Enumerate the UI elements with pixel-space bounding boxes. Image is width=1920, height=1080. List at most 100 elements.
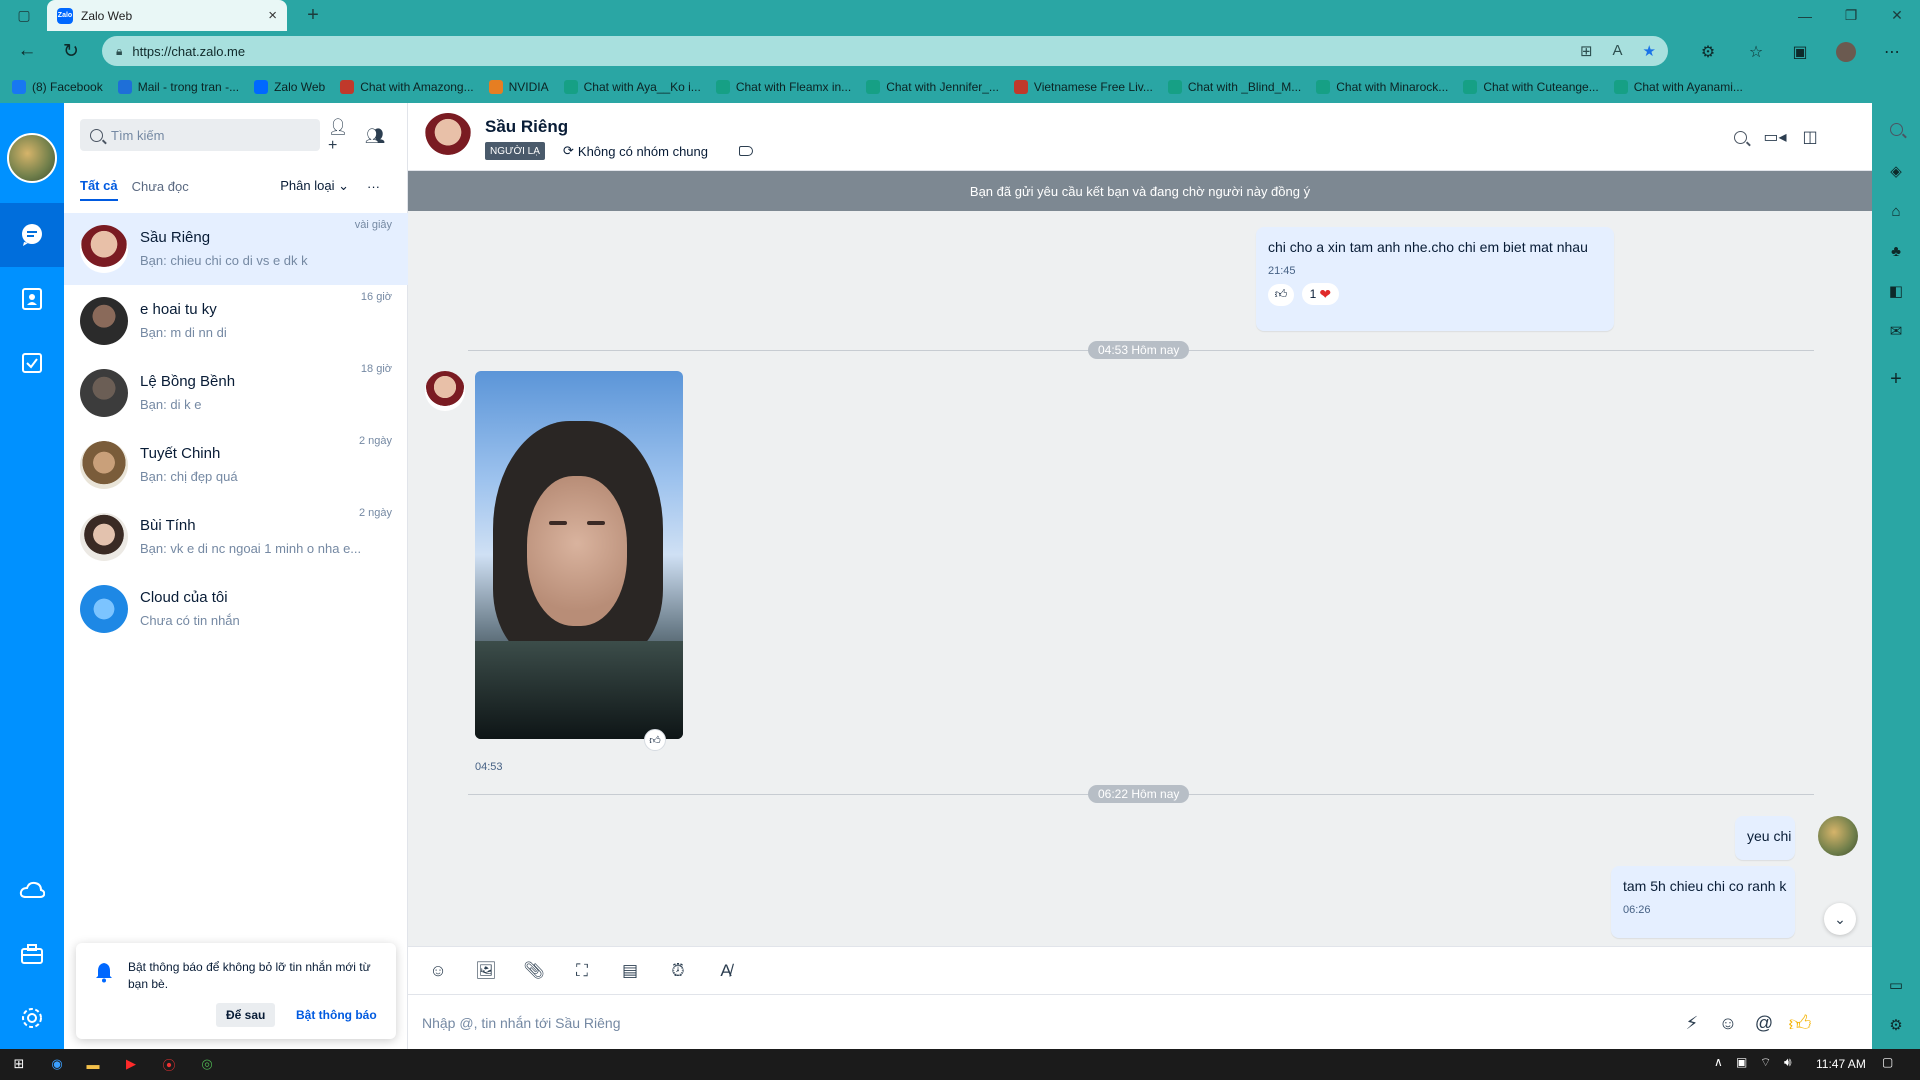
image-icon[interactable]: 🖼︎ — [470, 955, 502, 987]
youtube-icon[interactable]: ▶ — [120, 1054, 142, 1074]
thumbs-up-send-icon[interactable]: 👍︎ — [1786, 1009, 1814, 1037]
classify-dropdown[interactable]: Phân loại ⌄ — [280, 178, 349, 194]
shopping-icon[interactable]: ◈ — [1884, 159, 1908, 183]
windows-start-icon[interactable]: ⊞ — [8, 1054, 30, 1074]
bookmark-item[interactable]: Chat with Amazong... — [340, 80, 474, 94]
volume-icon[interactable]: 🔊︎ — [1784, 1055, 1792, 1070]
emoji-icon[interactable]: ☺ — [1714, 1009, 1742, 1037]
read-aloud-icon[interactable]: A — [1613, 42, 1623, 60]
conversation-item[interactable]: Bùi Tính Bạn: vk e di nc ngoai 1 minh o n… — [64, 501, 408, 573]
todo-nav[interactable] — [0, 331, 64, 395]
sidebar-settings-icon[interactable]: ⚙ — [1884, 1013, 1908, 1037]
tab-unread[interactable]: Chưa đọc — [132, 173, 189, 200]
tag-icon[interactable] — [739, 146, 753, 156]
contact-message-avatar[interactable] — [425, 371, 465, 411]
attach-file-icon[interactable]: 📎︎ — [518, 955, 550, 987]
minimize-button[interactable]: — — [1782, 0, 1828, 31]
games-icon[interactable]: ♣ — [1884, 239, 1908, 263]
settings-nav[interactable] — [0, 986, 64, 1050]
bookmark-item[interactable]: Chat with Aya__Ko i... — [563, 80, 701, 94]
search-icon[interactable] — [1884, 117, 1908, 141]
conversation-item[interactable]: Sầu Riêng Bạn: chieu chi co di vs e dk k v… — [64, 213, 408, 285]
tab-actions-icon[interactable]: ▢ — [2, 0, 46, 31]
wifi-icon[interactable]: ⌔ — [1760, 1055, 1771, 1070]
tray-device-icon[interactable]: ▣ — [1736, 1055, 1747, 1069]
like-reaction-icon[interactable]: 👍︎ — [1268, 283, 1294, 306]
apps-icon[interactable]: ⊞ — [1580, 42, 1593, 60]
app-icon[interactable]: ⦿ — [158, 1054, 180, 1074]
clock[interactable]: 11:47 AM — [1816, 1057, 1866, 1071]
tab-all[interactable]: Tất cả — [80, 172, 118, 201]
create-group-icon[interactable]: 👥︎ — [362, 123, 388, 149]
outlook-icon[interactable]: ✉ — [1884, 319, 1908, 343]
favorite-star-icon[interactable]: ★ — [1643, 42, 1656, 60]
message-input[interactable] — [422, 1010, 1622, 1036]
file-explorer-icon[interactable]: ▬ — [82, 1054, 104, 1074]
address-bar[interactable]: 🔒︎ https://chat.zalo.me ⊞ A ★ — [102, 36, 1668, 66]
back-button[interactable]: ← — [14, 39, 40, 63]
edge-icon[interactable]: ◉ — [46, 1054, 68, 1074]
close-window-button[interactable]: ✕ — [1874, 0, 1920, 31]
new-tab-button[interactable]: + — [290, 0, 336, 31]
bookmark-item[interactable]: Chat with Fleamx in... — [715, 80, 851, 94]
restore-button[interactable]: ❐ — [1828, 0, 1874, 31]
search-input[interactable]: Tìm kiếm — [80, 119, 320, 151]
screenshot-icon[interactable]: ⛶ — [566, 955, 598, 987]
search-messages-icon[interactable] — [1728, 125, 1752, 149]
conversation-item[interactable]: Cloud của tôi Chưa có tin nhắn — [64, 573, 408, 645]
contacts-nav[interactable] — [0, 267, 64, 331]
add-friend-icon[interactable]: 👤︎+ — [328, 119, 354, 154]
add-sidebar-app-icon[interactable]: + — [1884, 367, 1908, 391]
bookmark-item[interactable]: (8) Facebook — [12, 80, 103, 94]
sent-message[interactable]: yeu chi — [1735, 816, 1795, 860]
toggle-info-panel-icon[interactable]: ◫ — [1798, 125, 1822, 149]
my-message-avatar[interactable] — [1818, 816, 1858, 856]
reminder-icon[interactable]: ⏰︎ — [662, 955, 694, 987]
contact-name[interactable]: Sầu Riêng — [485, 117, 568, 137]
conversation-item[interactable]: Lệ Bồng Bềnh Bạn: di k e 18 giờ — [64, 357, 408, 429]
scroll-to-bottom-button[interactable]: ⌄ — [1824, 903, 1856, 935]
reaction-summary[interactable]: 1 ❤ — [1301, 283, 1340, 305]
later-button[interactable]: Để sau — [216, 1003, 276, 1027]
business-card-icon[interactable]: ▤ — [614, 955, 646, 987]
bookmark-item[interactable]: Chat with _Blind_M... — [1167, 80, 1301, 94]
extensions-icon[interactable]: ⚙ — [1694, 40, 1722, 64]
screen-icon[interactable]: ▭ — [1884, 973, 1908, 997]
sent-message[interactable]: tam 5h chieu chi co ranh k 06:26 — [1611, 866, 1795, 938]
office-icon[interactable]: ◧ — [1884, 279, 1908, 303]
my-avatar[interactable] — [7, 133, 57, 183]
collections-icon[interactable]: ▣ — [1786, 40, 1814, 64]
bookmark-item[interactable]: Chat with Minarock... — [1316, 80, 1448, 94]
messages-nav[interactable] — [0, 203, 64, 267]
bookmark-item[interactable]: Mail - trong tran -... — [117, 80, 239, 94]
close-tab-icon[interactable]: × — [268, 7, 277, 24]
conversation-item[interactable]: e hoai tu ky Bạn: m di nn di 16 giờ — [64, 285, 408, 357]
contact-avatar[interactable] — [424, 113, 472, 161]
bookmark-item[interactable]: Chat with Cuteange... — [1463, 80, 1599, 94]
more-options-icon[interactable]: ··· — [367, 179, 380, 194]
bookmark-item[interactable]: NVIDIA — [488, 80, 549, 94]
refresh-button[interactable]: ↻ — [58, 39, 84, 63]
toolbox-nav[interactable] — [0, 922, 64, 986]
quick-message-icon[interactable]: ⚡︎ — [1678, 1009, 1706, 1037]
browser-tab[interactable]: Zalo Zalo Web × — [47, 0, 287, 31]
mention-icon[interactable]: @ — [1750, 1009, 1778, 1037]
sent-message[interactable]: chi cho a xin tam anh nhe.cho chi em bie… — [1256, 227, 1614, 331]
more-icon[interactable]: ⋯ — [1878, 40, 1906, 64]
received-photo[interactable] — [475, 371, 683, 739]
bookmark-item[interactable]: Vietnamese Free Liv... — [1013, 80, 1153, 94]
tools-icon[interactable]: ⌂ — [1884, 199, 1908, 223]
mutual-groups[interactable]: ⟳ Không có nhóm chung — [563, 143, 708, 159]
bookmark-item[interactable]: Chat with Jennifer_... — [866, 80, 999, 94]
conversation-item[interactable]: Tuyết Chinh Bạn: chị đẹp quá 2 ngày — [64, 429, 408, 501]
like-photo-icon[interactable]: 👍︎ — [644, 729, 666, 751]
cloud-nav[interactable] — [0, 858, 64, 922]
chrome-icon[interactable]: ◎ — [196, 1054, 218, 1074]
tray-chevron-icon[interactable]: ∧ — [1714, 1055, 1723, 1069]
video-call-icon[interactable]: ▭◂ — [1763, 125, 1787, 149]
bookmark-item[interactable]: Zalo Web — [254, 80, 325, 94]
bookmark-item[interactable]: Chat with Ayanami... — [1613, 80, 1743, 94]
enable-notifications-button[interactable]: Bật thông báo — [288, 1003, 385, 1027]
favorites-icon[interactable]: ☆ — [1742, 40, 1770, 64]
notifications-icon[interactable]: ▢ — [1882, 1055, 1893, 1069]
